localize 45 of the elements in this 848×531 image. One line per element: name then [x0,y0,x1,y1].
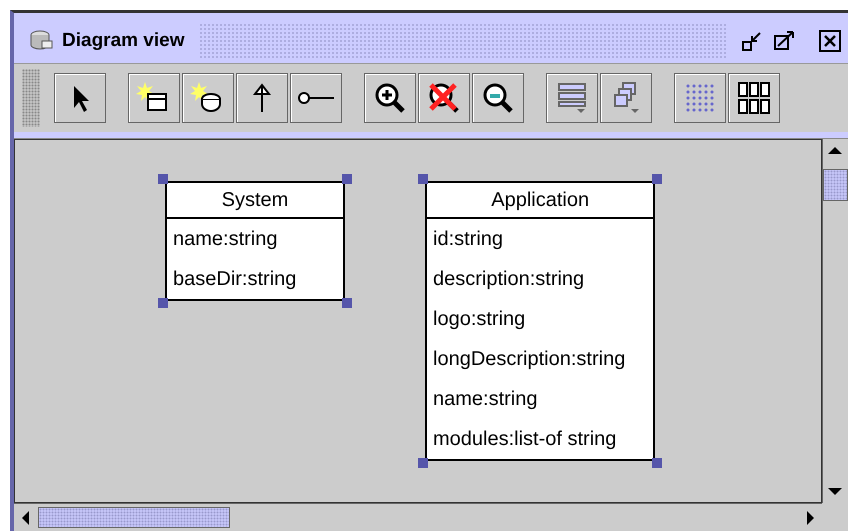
class-attribute: baseDir:string [172,267,298,292]
selection-handle[interactable] [342,298,352,308]
class-attribute: longDescription:string [432,347,626,372]
vertical-scrollbar[interactable] [822,139,848,503]
selection-handle[interactable] [652,458,662,468]
selection-handle[interactable] [652,174,662,184]
crossed-magnifier-icon [427,81,461,115]
class-attribute: id:string [432,227,504,252]
selection-handle[interactable] [158,298,168,308]
arrange-dropdown-button[interactable] [600,73,652,123]
grid-layout-button[interactable] [728,73,780,123]
close-icon[interactable] [818,29,842,53]
scroll-thumb[interactable] [823,169,848,201]
horizontal-scrollbar[interactable] [14,503,822,531]
layout-dropdown-button[interactable] [546,73,598,123]
class-attribute: modules:list-of string [432,427,618,452]
scroll-thumb[interactable] [38,507,230,528]
zoom-reset-button[interactable] [418,73,470,123]
class-name: Application [427,183,654,219]
selection-handle[interactable] [418,174,428,184]
selection-handle[interactable] [342,174,352,184]
grid-icon [736,80,772,116]
class-attribute: name:string [172,227,278,252]
association-button[interactable] [290,73,342,123]
class-box[interactable]: System name:string baseDir:string [165,181,345,301]
zoom-out-icon [481,81,515,115]
new-class-button[interactable] [128,73,180,123]
class-name: System [167,183,343,219]
window-title: Diagram view [62,30,184,52]
toolbar-grip[interactable] [22,69,40,127]
class-attribute: description:string [432,267,586,292]
selection-handle[interactable] [158,174,168,184]
class-attribute: logo:string [432,307,526,332]
select-button[interactable] [54,73,106,123]
maximize-icon[interactable] [772,29,796,53]
zoom-in-button[interactable] [364,73,416,123]
class-box[interactable]: Application id:string description:string logo:string longDescription:string name:string modules:list-of string [425,181,656,461]
zoom-out-button[interactable] [472,73,524,123]
selection-handle[interactable] [418,458,428,468]
new-interface-button[interactable] [182,73,234,123]
stacked-bars-icon [555,80,589,116]
zoom-in-icon [373,81,407,115]
class-attribute: name:string [432,387,538,412]
grid-dots-button[interactable] [674,73,726,123]
arrow-up-button[interactable] [236,73,288,123]
